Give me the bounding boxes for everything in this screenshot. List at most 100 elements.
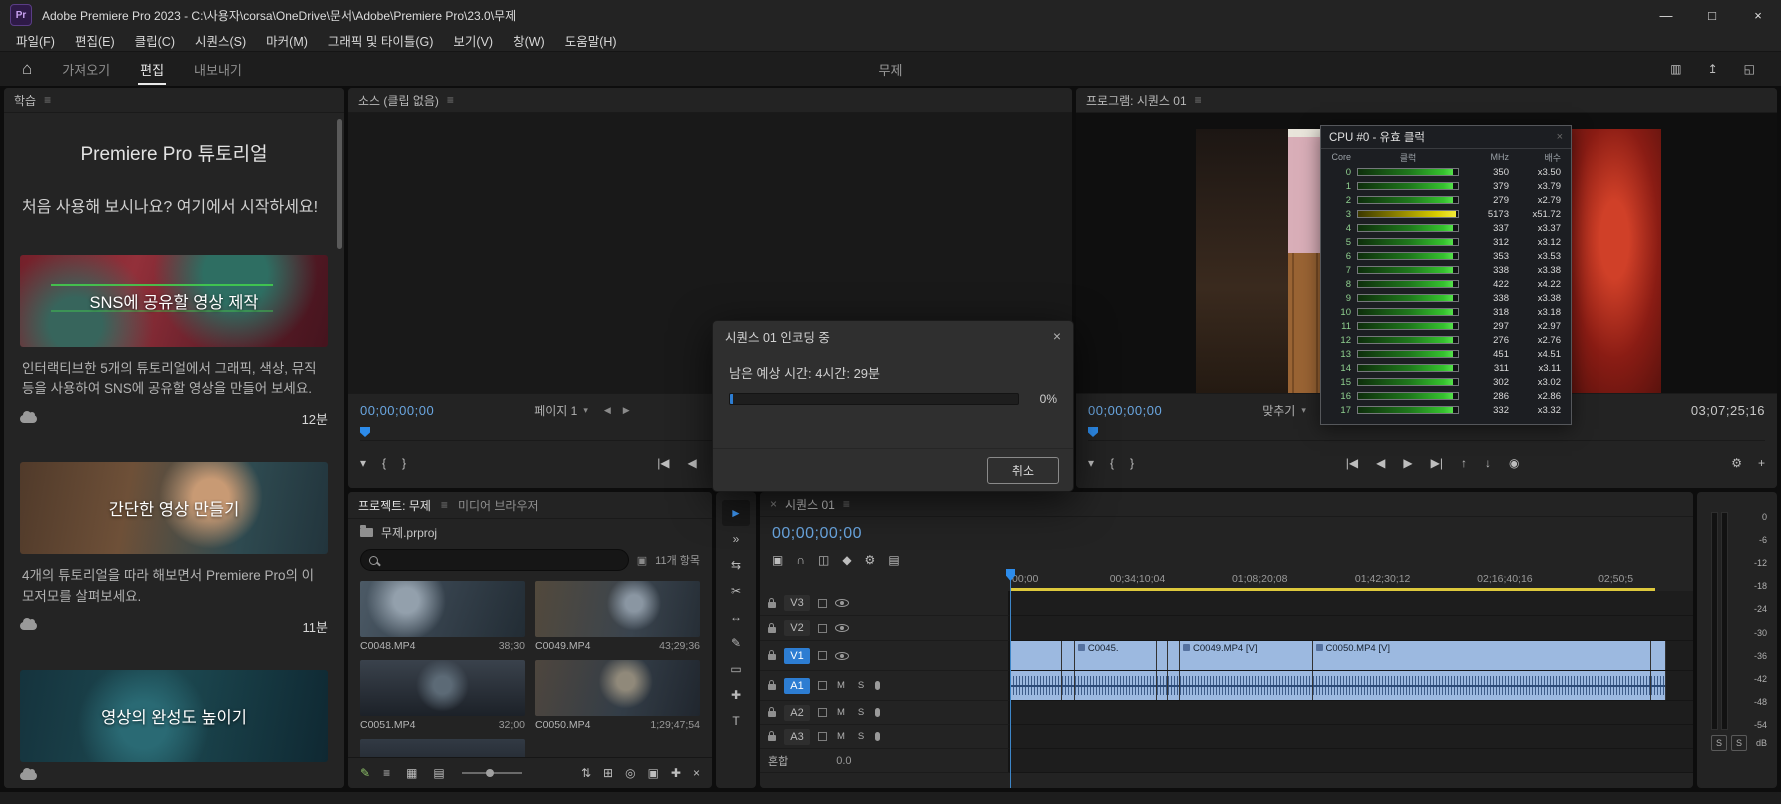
timeline-timecode[interactable]: 00;00;00;00 (772, 525, 862, 543)
lock-icon[interactable] (768, 597, 776, 608)
track-badge-v2[interactable]: V2 (784, 620, 810, 636)
maximize-button[interactable]: □ (1689, 0, 1735, 30)
solo-button[interactable]: S (1731, 735, 1747, 751)
program-timecode[interactable]: 00;00;00;00 (1088, 403, 1162, 418)
tab-project[interactable]: 프로젝트: 무제 (358, 497, 431, 514)
sync-lock-icon[interactable] (818, 708, 827, 717)
new-bin-icon[interactable]: ▣ (648, 766, 659, 780)
lock-icon[interactable] (768, 731, 776, 741)
search-field[interactable] (384, 553, 620, 567)
audio-clip[interactable] (1312, 671, 1652, 700)
sync-lock-icon[interactable] (818, 732, 827, 741)
go-to-in-icon[interactable]: |◀ (657, 456, 669, 470)
home-icon[interactable]: ⌂ (22, 59, 32, 79)
track-select-tool-icon[interactable]: » (722, 526, 750, 552)
video-clip[interactable] (1156, 641, 1168, 670)
tutorial-card[interactable]: 간단한 영상 만들기 4개의 튜토리얼을 따라 해보면서 Premiere Pr… (20, 462, 328, 636)
clip-item[interactable]: C0048.MP4 38;30 (360, 581, 525, 652)
tab-media-browser[interactable]: 미디어 브라우저 (458, 497, 539, 514)
captions-menu-icon[interactable]: ▤ (888, 553, 899, 567)
voiceover-mic-icon[interactable] (875, 732, 880, 741)
lock-icon[interactable] (768, 622, 776, 633)
step-back-icon[interactable]: ◀ (1376, 456, 1385, 470)
play-icon[interactable]: ▶ (1403, 456, 1412, 470)
tutorial-thumbnail[interactable]: 영상의 완성도 높이기 (20, 669, 328, 762)
ripple-edit-tool-icon[interactable]: ⇆ (722, 552, 750, 578)
video-clip[interactable]: C0050.MP4 [V] (1312, 641, 1652, 670)
video-clip[interactable] (1010, 641, 1062, 670)
track-output-eye-icon[interactable] (835, 624, 849, 632)
voiceover-mic-icon[interactable] (875, 681, 880, 690)
writable-indicator-icon[interactable]: ✎ (360, 766, 370, 780)
audio-clip[interactable] (1010, 671, 1062, 700)
slip-tool-icon[interactable]: ↔ (722, 604, 750, 630)
panel-menu-icon[interactable]: ≡ (843, 497, 850, 511)
list-view-icon[interactable]: ≡ (383, 766, 390, 780)
menu-item[interactable]: 편집(E) (65, 31, 125, 50)
program-scrub-bar[interactable] (1088, 426, 1765, 441)
lock-icon[interactable] (768, 707, 776, 717)
clip-name[interactable]: C0049.MP4 (535, 640, 590, 652)
mix-gain-value[interactable]: 0.0 (836, 755, 851, 767)
step-forward-icon[interactable]: ▶| (1431, 456, 1443, 470)
linked-selection-icon[interactable]: ◫ (818, 553, 829, 567)
sync-lock-icon[interactable] (818, 623, 827, 633)
timeline-settings-icon[interactable]: ⚙ (865, 553, 876, 567)
find-icon[interactable]: ◎ (625, 766, 635, 780)
menu-item[interactable]: 그래픽 및 타이틀(G) (318, 31, 444, 50)
solo-button[interactable]: S (855, 680, 867, 691)
audio-clip[interactable] (1061, 671, 1075, 700)
audio-clip[interactable] (1180, 671, 1313, 700)
razor-tool-icon[interactable]: ✂ (722, 578, 750, 604)
automate-sequence-icon[interactable]: ⊞ (603, 766, 613, 780)
next-page-icon[interactable]: ▶ (623, 405, 630, 416)
clip-thumbnail[interactable] (535, 660, 700, 716)
sort-icon[interactable]: ⇅ (581, 766, 591, 780)
add-marker-icon[interactable]: ▾ (360, 456, 366, 470)
solo-button[interactable]: S (855, 707, 867, 718)
mini-playhead[interactable] (1088, 427, 1098, 437)
snap-icon[interactable]: ∩ (796, 553, 805, 567)
menu-item[interactable]: 시퀀스(S) (185, 31, 256, 50)
track-badge-v1[interactable]: V1 (784, 647, 810, 664)
track-output-eye-icon[interactable] (835, 651, 849, 660)
mark-in-icon[interactable]: { (1110, 456, 1114, 470)
close-sequence-icon[interactable]: × (770, 497, 777, 511)
export-frame-icon[interactable]: ◉ (1509, 456, 1519, 470)
lock-icon[interactable] (768, 680, 776, 690)
workspaces-icon[interactable]: ▥ (1670, 62, 1681, 76)
lift-icon[interactable]: ↑ (1461, 456, 1467, 470)
prev-page-icon[interactable]: ◀ (604, 405, 611, 416)
clip-thumbnail[interactable] (535, 581, 700, 637)
video-clip[interactable]: C0045. (1074, 641, 1157, 670)
settings-wrench-icon[interactable]: ⚙ (1731, 456, 1742, 470)
panel-menu-icon[interactable]: ≡ (44, 93, 51, 107)
mark-in-icon[interactable]: { (382, 456, 386, 470)
clip-name[interactable]: C0048.MP4 (360, 640, 415, 652)
menu-item[interactable]: 창(W) (503, 31, 555, 50)
go-to-in-icon[interactable]: |◀ (1346, 456, 1358, 470)
mute-button[interactable]: M (835, 731, 847, 742)
menu-item[interactable]: 도움말(H) (555, 31, 627, 50)
video-clip[interactable] (1651, 641, 1667, 670)
audio-clip[interactable] (1074, 671, 1157, 700)
track-badge-a3[interactable]: A3 (784, 728, 810, 745)
video-clip[interactable] (1167, 641, 1181, 670)
clip-thumbnail[interactable] (360, 581, 525, 637)
button-editor-icon[interactable]: + (1758, 456, 1765, 470)
cancel-button[interactable]: 취소 (986, 456, 1059, 484)
search-input[interactable] (360, 549, 629, 571)
close-icon[interactable]: × (1557, 131, 1563, 143)
sync-lock-icon[interactable] (818, 681, 827, 690)
mute-button[interactable]: M (835, 707, 847, 718)
menu-item[interactable]: 파일(F) (6, 31, 65, 50)
tab-sequence-01[interactable]: 시퀀스 01 (785, 496, 835, 513)
fit-selector[interactable]: 맞추기 ▾ (1262, 402, 1306, 419)
source-timecode[interactable]: 00;00;00;00 (360, 403, 434, 418)
page-selector[interactable]: 페이지 1 ▾ (534, 402, 588, 419)
clip-name[interactable]: C0051.MP4 (360, 719, 415, 731)
close-button[interactable]: × (1735, 0, 1781, 30)
audio-clip[interactable] (1651, 671, 1667, 700)
quick-export-icon[interactable]: ↥ (1708, 62, 1718, 76)
clip-thumbnail[interactable] (360, 660, 525, 716)
